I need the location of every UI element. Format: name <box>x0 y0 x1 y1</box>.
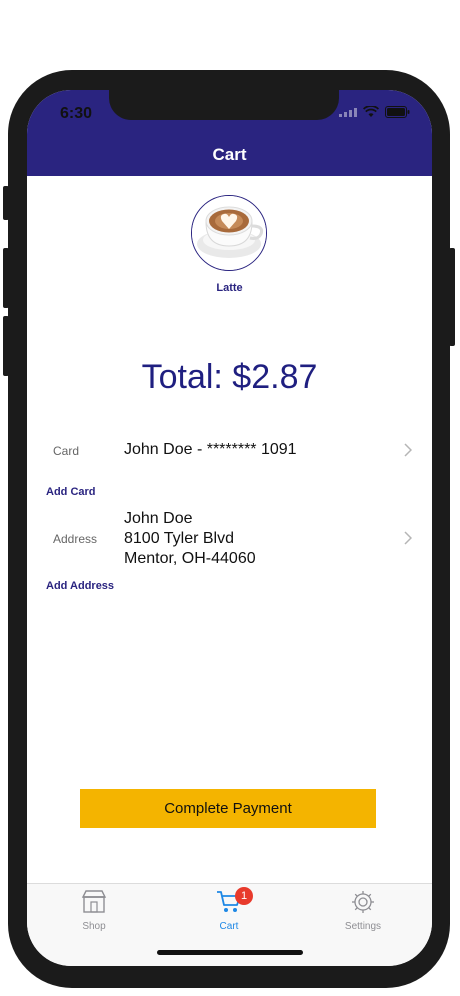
tab-settings[interactable]: Settings <box>323 890 403 932</box>
wifi-icon <box>363 106 379 117</box>
tab-cart[interactable]: 1 Cart <box>189 887 269 932</box>
card-label: Card <box>53 444 80 458</box>
signal-icon <box>339 107 357 117</box>
add-address-link[interactable]: Add Address <box>46 580 114 592</box>
card-value: John Doe - ******** 1091 <box>124 441 297 458</box>
add-card-link[interactable]: Add Card <box>46 486 96 498</box>
address-label: Address <box>53 532 98 546</box>
address-line-street: 8100 Tyler Blvd <box>124 530 234 547</box>
tab-shop[interactable]: Shop <box>54 890 134 932</box>
address-value: John Doe 8100 Tyler Blvd Mentor, OH-4406… <box>124 509 256 569</box>
product-name: Latte <box>216 282 243 294</box>
address-row[interactable]: Address John Doe 8100 Tyler Blvd Mentor,… <box>27 506 432 572</box>
address-line-name: John Doe <box>124 510 193 527</box>
cart-badge: 1 <box>235 887 253 905</box>
card-row[interactable]: Card John Doe - ******** 1091 <box>27 430 432 470</box>
store-icon <box>81 890 107 913</box>
tab-cart-label: Cart <box>219 921 239 932</box>
app-screen: 6:30 Cart Latte Total: $2.87 Card John D… <box>27 90 432 966</box>
status-icons <box>339 106 410 118</box>
tab-settings-label: Settings <box>344 921 382 932</box>
nav-header: 6:30 Cart <box>27 90 432 176</box>
page-title: Cart <box>212 145 247 164</box>
complete-payment-button[interactable]: Complete Payment <box>80 789 376 828</box>
status-time: 6:30 <box>60 105 93 122</box>
chevron-right-icon <box>404 443 412 457</box>
device-notch <box>109 90 339 120</box>
chevron-right-icon <box>404 531 412 545</box>
latte-cup-icon <box>192 196 266 270</box>
gear-icon <box>352 891 374 913</box>
tab-shop-label: Shop <box>82 921 106 932</box>
battery-icon <box>385 106 410 118</box>
product-image <box>191 195 267 271</box>
address-line-city: Mentor, OH-44060 <box>124 550 256 567</box>
order-total: Total: $2.87 <box>141 358 318 396</box>
home-indicator <box>157 950 303 955</box>
